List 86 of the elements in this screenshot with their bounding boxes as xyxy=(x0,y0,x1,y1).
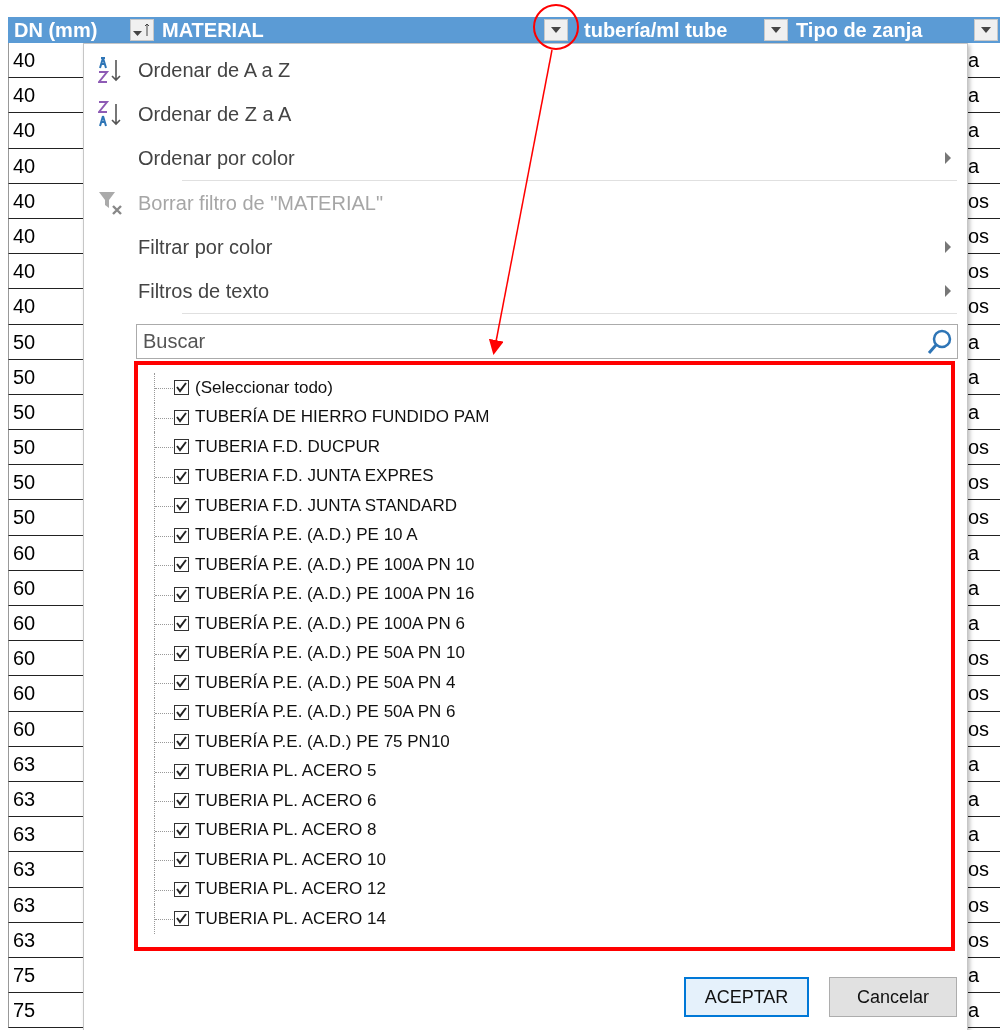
checkbox[interactable] xyxy=(174,557,189,573)
value-item[interactable]: TUBERÍA P.E. (A.D.) PE 50A PN 10 xyxy=(154,638,951,668)
submenu-arrow-icon xyxy=(945,241,951,253)
checkbox[interactable] xyxy=(174,704,189,720)
value-label: TUBERÍA P.E. (A.D.) PE 100A PN 10 xyxy=(195,554,475,575)
value-item[interactable]: TUBERÍA DE HIERRO FUNDIDO PAM xyxy=(154,402,951,432)
value-label: TUBERÍA P.E. (A.D.) PE 100A PN 6 xyxy=(195,613,465,634)
value-item[interactable]: TUBERÍA P.E. (A.D.) PE 50A PN 6 xyxy=(154,697,951,727)
value-label: TUBERIA F.D. JUNTA EXPRES xyxy=(195,466,434,487)
column-title: DN (mm) xyxy=(14,18,98,42)
checkbox[interactable] xyxy=(174,616,189,632)
value-label: TUBERÍA P.E. (A.D.) PE 100A PN 16 xyxy=(195,584,475,605)
filter-dropdown-button[interactable] xyxy=(764,19,788,41)
value-label: TUBERÍA P.E. (A.D.) PE 50A PN 6 xyxy=(195,702,456,723)
value-item[interactable]: TUBERIA PL. ACERO 8 xyxy=(154,815,951,845)
checkbox[interactable] xyxy=(174,586,189,602)
value-label: TUBERÍA P.E. (A.D.) PE 75 PN10 xyxy=(195,731,450,752)
menu-item-label: Filtrar por color xyxy=(138,235,274,259)
checkbox[interactable] xyxy=(174,881,189,897)
value-label: TUBERIA PL. ACERO 10 xyxy=(195,849,386,870)
value-label: TUBERIA F.D. JUNTA STANDARD xyxy=(195,495,457,516)
sort-descending-icon xyxy=(98,100,124,128)
submenu-arrow-icon xyxy=(945,285,951,297)
clear-filter-icon xyxy=(97,189,125,217)
caret-icon xyxy=(981,27,991,33)
menu-item-label: Ordenar por color xyxy=(138,146,296,170)
checkbox[interactable] xyxy=(174,822,189,838)
value-label: TUBERIA PL. ACERO 14 xyxy=(195,908,386,929)
value-label: TUBERÍA DE HIERRO FUNDIDO PAM xyxy=(195,407,490,428)
checkbox[interactable] xyxy=(174,380,189,396)
value-label: (Seleccionar todo) xyxy=(195,377,333,398)
value-item[interactable]: TUBERÍA P.E. (A.D.) PE 10 A xyxy=(154,520,951,550)
checkbox[interactable] xyxy=(174,911,189,927)
value-item[interactable]: TUBERIA PL. ACERO 6 xyxy=(154,786,951,816)
checkbox[interactable] xyxy=(174,468,189,484)
value-item[interactable]: TUBERIA PL. ACERO 10 xyxy=(154,845,951,875)
sort-ascending-icon xyxy=(98,56,124,84)
column-title: MATERIAL xyxy=(162,18,264,42)
filter-dropdown-button[interactable] xyxy=(974,19,998,41)
ok-button[interactable]: ACEPTAR xyxy=(684,977,809,1017)
annotation-circle xyxy=(533,4,579,50)
caret-icon xyxy=(551,27,561,33)
value-item[interactable]: TUBERIA PL. ACERO 12 xyxy=(154,874,951,904)
menu-item-label: Ordenar de A a Z xyxy=(138,58,292,82)
value-label: TUBERIA PL. ACERO 8 xyxy=(195,820,377,841)
value-item[interactable]: TUBERÍA P.E. (A.D.) PE 100A PN 16 xyxy=(154,579,951,609)
sort-caret-icon xyxy=(133,22,151,38)
value-item[interactable]: TUBERÍA P.E. (A.D.) PE 75 PN10 xyxy=(154,727,951,757)
value-item[interactable]: TUBERIA PL. ACERO 5 xyxy=(154,756,951,786)
checkbox[interactable] xyxy=(174,527,189,543)
value-label: TUBERIA PL. ACERO 6 xyxy=(195,790,377,811)
value-label: TUBERÍA P.E. (A.D.) PE 50A PN 10 xyxy=(195,643,465,664)
checkbox[interactable] xyxy=(174,498,189,514)
value-item[interactable]: TUBERIA F.D. DUCPUR xyxy=(154,432,951,462)
checkbox[interactable] xyxy=(174,734,189,750)
value-label: TUBERÍA P.E. (A.D.) PE 50A PN 4 xyxy=(195,672,456,693)
submenu-arrow-icon xyxy=(945,152,951,164)
cancel-button[interactable]: Cancelar xyxy=(829,977,957,1017)
value-item[interactable]: TUBERÍA P.E. (A.D.) PE 100A PN 10 xyxy=(154,550,951,580)
checkbox[interactable] xyxy=(174,409,189,425)
checkbox[interactable] xyxy=(174,645,189,661)
menu-item-label: Borrar filtro de "MATERIAL" xyxy=(138,191,384,215)
value-label: TUBERIA F.D. DUCPUR xyxy=(195,436,381,457)
sort-filter-button[interactable] xyxy=(130,19,154,41)
value-label: TUBERIA PL. ACERO 5 xyxy=(195,761,377,782)
search-icon xyxy=(927,328,953,355)
caret-icon xyxy=(771,27,781,33)
checkbox[interactable] xyxy=(174,439,189,455)
menu-item-label: Ordenar de Z a A xyxy=(138,102,293,126)
checkbox[interactable] xyxy=(174,763,189,779)
value-label: TUBERÍA P.E. (A.D.) PE 10 A xyxy=(195,525,418,546)
checkbox[interactable] xyxy=(174,675,189,691)
value-item[interactable]: TUBERIA F.D. JUNTA STANDARD xyxy=(154,491,951,521)
checkbox[interactable] xyxy=(174,852,189,868)
checkbox[interactable] xyxy=(174,793,189,809)
column-title: tubería/ml tube xyxy=(584,18,728,42)
value-item[interactable]: (Seleccionar todo) xyxy=(154,373,951,403)
value-item[interactable]: TUBERIA PL. ACERO 14 xyxy=(154,904,951,934)
value-label: TUBERIA PL. ACERO 12 xyxy=(195,879,386,900)
value-item[interactable]: TUBERIA F.D. JUNTA EXPRES xyxy=(154,461,951,491)
column-title: Tipo de zanja xyxy=(796,18,923,42)
menu-item-label: Filtros de texto xyxy=(138,279,271,303)
value-item[interactable]: TUBERÍA P.E. (A.D.) PE 50A PN 4 xyxy=(154,668,951,698)
search-field[interactable]: Buscar xyxy=(136,324,958,359)
value-item[interactable]: TUBERÍA P.E. (A.D.) PE 100A PN 6 xyxy=(154,609,951,639)
filter-dropdown-button[interactable] xyxy=(544,19,568,41)
